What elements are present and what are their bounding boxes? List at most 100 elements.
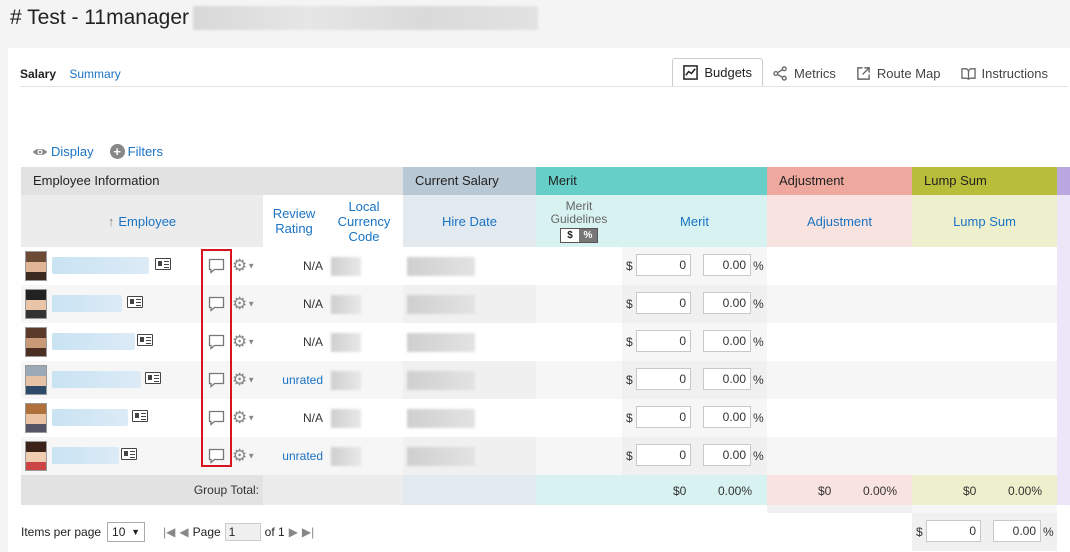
tab-route-map[interactable]: Route Map bbox=[846, 58, 951, 88]
employee-name-link[interactable] bbox=[52, 371, 141, 388]
percent-symbol: % bbox=[753, 297, 764, 311]
tab-budgets[interactable]: Budgets bbox=[672, 58, 764, 87]
page-input[interactable]: 1 bbox=[224, 523, 261, 541]
gear-icon[interactable]: ⚙▼ bbox=[232, 257, 258, 275]
currency-percent-toggle[interactable]: $ % bbox=[560, 227, 598, 243]
id-card-icon[interactable] bbox=[121, 448, 137, 460]
lump-percent-input[interactable]: 0.00 bbox=[993, 520, 1041, 542]
subnav-salary[interactable]: Salary bbox=[20, 67, 56, 81]
currency-symbol: $ bbox=[626, 297, 633, 311]
id-card-icon[interactable] bbox=[132, 410, 148, 422]
id-card-icon[interactable] bbox=[145, 372, 161, 384]
merit-cell: $0 0.00% bbox=[622, 399, 767, 437]
redacted-hire-date bbox=[407, 447, 475, 466]
group-adjustment: Adjustment bbox=[767, 167, 912, 195]
last-page-icon[interactable]: ▶| bbox=[302, 525, 314, 539]
review-rating-cell: N/A bbox=[302, 411, 323, 425]
percent-symbol: % bbox=[753, 449, 764, 463]
tab-metrics[interactable]: Metrics bbox=[763, 58, 846, 88]
percent-symbol: % bbox=[753, 335, 764, 349]
pager: |◀ ◀ Page 1 of 1 ▶ ▶| bbox=[163, 523, 314, 541]
page-title: # Test - 11manager bbox=[10, 6, 538, 31]
total-merit: $0 0.00% bbox=[536, 475, 767, 505]
review-rating-cell[interactable]: unrated bbox=[263, 361, 325, 399]
page-label: Page bbox=[192, 525, 221, 539]
display-label: Display bbox=[51, 144, 94, 159]
col-adjustment[interactable]: Adjustment bbox=[767, 195, 912, 247]
merit-percent-input[interactable]: 0.00 bbox=[703, 368, 751, 390]
gear-icon[interactable]: ⚙▼ bbox=[232, 295, 258, 313]
employee-name-link[interactable] bbox=[52, 447, 119, 464]
id-card-icon[interactable] bbox=[137, 334, 153, 346]
hire-date-cell bbox=[403, 361, 536, 399]
merit-amount-input[interactable]: 0 bbox=[636, 368, 691, 390]
col-local-currency-code[interactable]: Local Currency Code bbox=[325, 195, 403, 247]
merit-percent-input[interactable]: 0.00 bbox=[703, 254, 751, 276]
col-employee[interactable]: ↑ Employee bbox=[21, 195, 263, 247]
id-card-icon[interactable] bbox=[155, 258, 171, 270]
merit-cell: $0 0.00% bbox=[622, 323, 767, 361]
merit-percent-input[interactable]: 0.00 bbox=[703, 292, 751, 314]
merit-amount-input[interactable]: 0 bbox=[636, 444, 691, 466]
toggle-percent[interactable]: % bbox=[579, 228, 597, 242]
hire-date-cell bbox=[403, 437, 536, 475]
items-per-page-label: Items per page bbox=[21, 525, 102, 539]
total-adj-percent: 0.00% bbox=[863, 484, 898, 498]
currency-code-cell bbox=[325, 285, 403, 323]
redacted-currency bbox=[331, 447, 361, 466]
merit-amount-input[interactable]: 0 bbox=[636, 254, 691, 276]
table-row: ⚙▼ unrated $0 0.00% $0 0.00% $0 0.00% bbox=[21, 361, 1070, 475]
col-hire-date[interactable]: Hire Date bbox=[403, 195, 536, 247]
total-hire bbox=[403, 475, 536, 505]
subnav-summary[interactable]: Summary bbox=[69, 67, 120, 81]
id-card-icon[interactable] bbox=[127, 296, 143, 308]
employee-name-link[interactable] bbox=[52, 409, 128, 426]
employee-name-link[interactable] bbox=[52, 257, 149, 274]
col-review-rating[interactable]: Review Rating bbox=[263, 195, 325, 247]
gear-icon[interactable]: ⚙▼ bbox=[232, 409, 258, 427]
chart-line-icon bbox=[683, 65, 699, 80]
merit-percent-input[interactable]: 0.00 bbox=[703, 406, 751, 428]
employee-name-link[interactable] bbox=[52, 295, 122, 312]
currency-symbol: $ bbox=[626, 411, 633, 425]
gear-icon[interactable]: ⚙▼ bbox=[232, 447, 258, 465]
percent-symbol: % bbox=[753, 259, 764, 273]
merit-amount-input[interactable]: 0 bbox=[636, 406, 691, 428]
table-footer: Items per page 10 ▼ |◀ ◀ Page 1 of 1 ▶ ▶… bbox=[21, 522, 314, 542]
first-page-icon[interactable]: |◀ bbox=[163, 525, 175, 539]
prev-page-icon[interactable]: ◀ bbox=[179, 525, 188, 539]
gear-icon[interactable]: ⚙▼ bbox=[232, 333, 258, 351]
tab-label: Metrics bbox=[794, 65, 836, 81]
col-merit[interactable]: Merit bbox=[622, 195, 767, 247]
col-lump-sum[interactable]: Lump Sum bbox=[912, 195, 1057, 247]
table-row: ⚙▼ N/A $0 0.00% $0 0.00% $0 0.00% bbox=[21, 323, 1070, 437]
next-page-icon[interactable]: ▶ bbox=[289, 525, 298, 539]
merit-percent-input[interactable]: 0.00 bbox=[703, 330, 751, 352]
redacted-hire-date bbox=[407, 257, 475, 276]
tab-instructions[interactable]: Instructions bbox=[951, 58, 1058, 88]
items-per-page-select[interactable]: 10 ▼ bbox=[107, 522, 146, 542]
group-total-row: Group Total: $0 0.00% $0 0.00% $0 0.00% bbox=[21, 475, 1070, 505]
display-button[interactable]: Display bbox=[32, 144, 94, 159]
review-rating-cell[interactable]: unrated bbox=[263, 437, 325, 475]
total-merit-percent: 0.00% bbox=[718, 484, 753, 498]
merit-guidelines-cell bbox=[536, 361, 622, 399]
hire-date-cell bbox=[403, 285, 536, 323]
total-lump-amount: $0 bbox=[963, 484, 977, 498]
employee-name-link[interactable] bbox=[52, 333, 135, 350]
review-rating-cell: N/A bbox=[302, 335, 323, 349]
gear-icon[interactable]: ⚙▼ bbox=[232, 371, 258, 389]
total-more bbox=[1057, 475, 1070, 505]
total-merit-amount: $0 bbox=[673, 484, 687, 498]
toggle-dollar[interactable]: $ bbox=[561, 228, 579, 242]
merit-amount-input[interactable]: 0 bbox=[636, 330, 691, 352]
percent-symbol: % bbox=[1043, 525, 1054, 539]
group-total-label: Group Total: bbox=[21, 475, 263, 505]
merit-percent-input[interactable]: 0.00 bbox=[703, 444, 751, 466]
total-adj-amount: $0 bbox=[818, 484, 832, 498]
table-row: ⚙▼ N/A $0 0.00% $0 0.00% $0 0.00% bbox=[21, 285, 1070, 399]
lump-amount-input[interactable]: 0 bbox=[926, 520, 981, 542]
merit-amount-input[interactable]: 0 bbox=[636, 292, 691, 314]
filters-button[interactable]: + Filters bbox=[109, 144, 163, 159]
group-employee-information: Employee Information bbox=[21, 167, 403, 195]
